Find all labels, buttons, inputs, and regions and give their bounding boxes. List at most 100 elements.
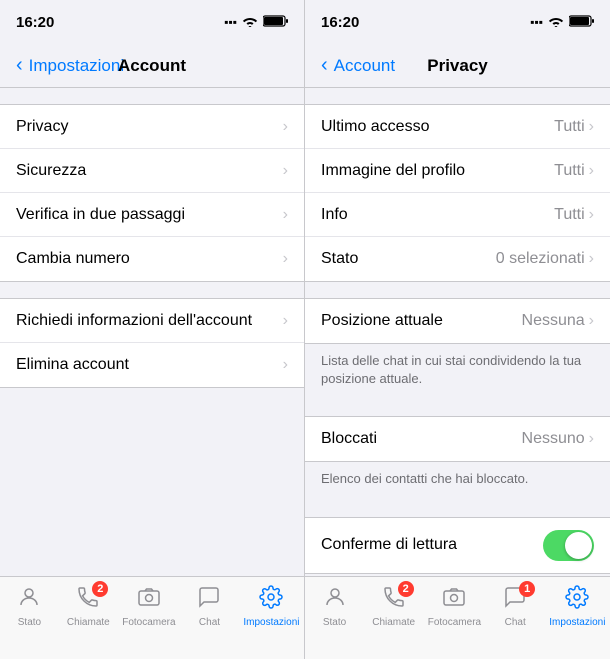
right-bloccati-value: Nessuno [522,430,585,448]
left-back-button[interactable]: ‹ Impostazioni [16,54,124,77]
right-stato-label: Stato [321,250,358,268]
right-menu-posizione[interactable]: Posizione attuale Nessuna › [305,299,610,343]
right-ultimo-value: Tutti [554,118,585,136]
left-tab-fotocamera[interactable]: Fotocamera [122,585,175,628]
battery-icon [263,15,288,30]
right-posizione-label: Posizione attuale [321,312,443,330]
right-section-2: Posizione attuale Nessuna › [305,298,610,344]
right-battery-icon [569,15,594,30]
right-posizione-desc: Lista delle chat in cui stai condividend… [305,344,610,400]
left-chiamate-icon: 2 [76,585,100,615]
left-menu-verifica[interactable]: Verifica in due passaggi › [0,193,304,237]
right-stato-icon [323,585,347,615]
right-ultimo-label: Ultimo accesso [321,118,429,136]
left-back-label: Impostazioni [29,56,124,76]
left-nav-title: Account [118,56,186,76]
left-verifica-right: › [283,206,288,224]
right-bloccati-chevron: › [589,430,594,448]
right-stato-right: 0 selezionati › [496,250,594,268]
right-tab-stato[interactable]: Stato [310,585,360,628]
right-panel: 16:20 ▪▪▪ ‹ Account Privacy Ultimo acces… [305,0,610,659]
right-menu-ultimo[interactable]: Ultimo accesso Tutti › [305,105,610,149]
right-bloccati-label: Bloccati [321,430,377,448]
right-stato-value: 0 selezionati [496,250,585,268]
left-cambia-right: › [283,250,288,268]
left-chiamate-label: Chiamate [67,617,110,628]
left-verifica-label: Verifica in due passaggi [16,206,185,224]
right-section-1: Ultimo accesso Tutti › Immagine del prof… [305,104,610,282]
left-menu-elimina[interactable]: Elimina account › [0,343,304,387]
right-content: Ultimo accesso Tutti › Immagine del prof… [305,88,610,576]
left-cambia-chevron: › [283,250,288,268]
left-privacy-label: Privacy [16,118,68,136]
left-sicurezza-chevron: › [283,162,288,180]
right-immagine-label: Immagine del profilo [321,162,465,180]
left-tab-bar: Stato 2 Chiamate Fotocamera Chat Imp [0,576,304,659]
right-posizione-value: Nessuna [522,312,585,330]
right-impostazioni-icon [565,585,589,615]
right-menu-stato[interactable]: Stato 0 selezionati › [305,237,610,281]
left-menu-cambia[interactable]: Cambia numero › [0,237,304,281]
right-info-value: Tutti [554,206,585,224]
left-section-1: Privacy › Sicurezza › Verifica in due pa… [0,104,304,282]
right-tab-fotocamera[interactable]: Fotocamera [428,585,481,628]
left-back-chevron: ‹ [16,54,23,77]
right-section-3: Bloccati Nessuno › [305,416,610,462]
right-signal-icon: ▪▪▪ [530,15,543,29]
right-menu-immagine[interactable]: Immagine del profilo Tutti › [305,149,610,193]
left-stato-label: Stato [18,617,41,628]
right-menu-conferme[interactable]: Conferme di lettura [305,518,610,573]
left-status-bar: 16:20 ▪▪▪ [0,0,304,44]
right-info-right: Tutti › [554,206,594,224]
right-stato-chevron: › [589,250,594,268]
wifi-icon [242,15,258,30]
right-menu-info[interactable]: Info Tutti › [305,193,610,237]
left-richiedi-right: › [283,312,288,330]
right-conferme-toggle[interactable] [543,530,594,561]
left-fotocamera-label: Fotocamera [122,617,175,628]
right-section-4: Conferme di lettura [305,517,610,574]
right-back-chevron: ‹ [321,54,328,77]
right-tab-chiamate[interactable]: 2 Chiamate [369,585,419,628]
left-chat-label: Chat [199,617,220,628]
right-menu-bloccati[interactable]: Bloccati Nessuno › [305,417,610,461]
right-status-icons: ▪▪▪ [530,15,594,30]
left-impostazioni-icon [259,585,283,615]
left-chiamate-badge: 2 [92,581,108,597]
right-conferme-label: Conferme di lettura [321,536,457,554]
left-fotocamera-icon [137,585,161,615]
right-ultimo-right: Tutti › [554,118,594,136]
left-nav-bar: ‹ Impostazioni Account [0,44,304,88]
left-verifica-chevron: › [283,206,288,224]
right-status-bar: 16:20 ▪▪▪ [305,0,610,44]
left-content: Privacy › Sicurezza › Verifica in due pa… [0,88,304,576]
left-cambia-label: Cambia numero [16,250,130,268]
left-chat-icon [197,585,221,615]
left-sicurezza-right: › [283,162,288,180]
left-privacy-right: › [283,118,288,136]
left-status-icons: ▪▪▪ [224,15,288,30]
right-tab-chat[interactable]: 1 Chat [490,585,540,628]
right-impostazioni-label: Impostazioni [549,617,605,628]
left-tab-chiamate[interactable]: 2 Chiamate [63,585,113,628]
right-chat-badge: 1 [519,581,535,597]
right-chiamate-label: Chiamate [372,617,415,628]
right-conferme-knob [565,532,592,559]
right-back-button[interactable]: ‹ Account [321,54,395,77]
left-menu-privacy[interactable]: Privacy › [0,105,304,149]
right-tab-impostazioni[interactable]: Impostazioni [549,585,605,628]
left-menu-sicurezza[interactable]: Sicurezza › [0,149,304,193]
signal-icon: ▪▪▪ [224,15,237,29]
right-fotocamera-label: Fotocamera [428,617,481,628]
right-stato-label: Stato [323,617,346,628]
right-chiamate-icon: 2 [382,585,406,615]
left-tab-chat[interactable]: Chat [184,585,234,628]
left-richiedi-label: Richiedi informazioni dell'account [16,312,252,330]
left-tab-impostazioni[interactable]: Impostazioni [243,585,299,628]
right-back-label: Account [334,56,395,76]
right-bloccati-right: Nessuno › [522,430,594,448]
left-section-2: Richiedi informazioni dell'account › Eli… [0,298,304,388]
right-posizione-right: Nessuna › [522,312,594,330]
left-tab-stato[interactable]: Stato [4,585,54,628]
left-menu-richiedi[interactable]: Richiedi informazioni dell'account › [0,299,304,343]
